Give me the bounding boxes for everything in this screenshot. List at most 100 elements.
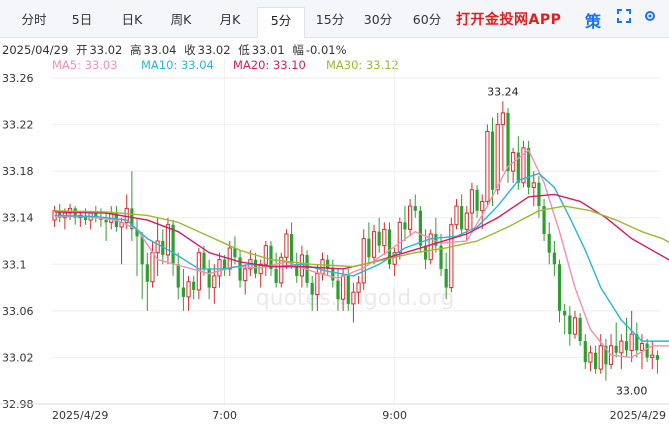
y-tick-label: 33.02 <box>2 351 34 364</box>
candle <box>413 194 417 218</box>
candle-body <box>403 222 407 230</box>
candle <box>428 229 433 265</box>
candle-body <box>223 259 227 269</box>
candle-body <box>552 252 556 265</box>
candle-body <box>490 131 495 190</box>
candle <box>418 206 423 253</box>
x-tick-label: 7:00 <box>212 409 237 422</box>
candle-body <box>155 240 160 254</box>
candle-body <box>454 205 459 226</box>
candle-body <box>238 257 242 281</box>
candle <box>361 229 366 290</box>
candle-body <box>367 238 371 258</box>
candle-body <box>356 282 361 293</box>
candle-body <box>371 231 377 258</box>
candle <box>547 222 551 265</box>
candle-body <box>645 343 649 358</box>
candlestick-chart: quotes.cngold.org 33.2633.2233.1833.1433… <box>0 58 669 422</box>
candle <box>186 275 191 311</box>
candle-body <box>320 259 325 275</box>
candle-body <box>263 245 268 265</box>
candle <box>531 171 536 207</box>
candle <box>557 259 562 323</box>
candle <box>645 338 649 363</box>
candle <box>176 252 180 300</box>
candle <box>181 268 185 311</box>
candle <box>387 222 392 269</box>
candle <box>469 182 475 230</box>
candle-body <box>475 189 479 211</box>
x-tick-label: 2025/4/29 <box>610 409 666 422</box>
candle <box>171 220 175 276</box>
candle <box>475 185 479 218</box>
candle-body <box>629 333 634 351</box>
candle <box>135 217 139 276</box>
candle <box>635 322 639 358</box>
candle <box>88 210 93 230</box>
candle <box>434 217 438 253</box>
candle-body <box>557 264 562 311</box>
candle-body <box>506 112 510 172</box>
candle <box>583 334 587 370</box>
candle-body <box>537 182 541 207</box>
candle <box>371 224 377 265</box>
candle <box>454 199 459 230</box>
y-tick-label: 33.06 <box>2 305 34 318</box>
candle-body <box>495 124 500 191</box>
candle-body <box>397 221 402 254</box>
candle-body <box>655 355 660 360</box>
candle <box>614 322 618 358</box>
candle-body <box>578 317 582 342</box>
candle <box>403 206 407 241</box>
candle <box>274 252 278 288</box>
x-tick-label: 2025/4/29 <box>52 409 108 422</box>
candle <box>608 334 614 370</box>
candle <box>377 217 381 253</box>
candle-body <box>382 228 387 247</box>
candle-body <box>212 275 217 289</box>
candle-body <box>351 291 356 305</box>
candle-body <box>418 210 423 246</box>
candle <box>578 313 582 346</box>
candle <box>500 101 505 172</box>
candle-body <box>243 268 248 282</box>
candle <box>588 345 593 372</box>
candle <box>527 140 531 195</box>
candle <box>367 222 371 265</box>
candle-body <box>181 287 185 297</box>
candle <box>552 241 556 276</box>
candle <box>572 310 578 339</box>
candle-body <box>145 264 149 282</box>
candle-body <box>284 233 289 258</box>
candle-body <box>413 206 417 211</box>
candle-body <box>202 252 206 269</box>
y-tick-label: 33.14 <box>2 212 34 225</box>
candle-body <box>588 352 593 363</box>
candle <box>212 264 217 304</box>
candle <box>94 206 98 223</box>
candle-body <box>469 189 475 214</box>
candle-body <box>274 268 278 283</box>
candle-body <box>176 264 180 288</box>
candle-body <box>104 220 108 223</box>
candle <box>568 306 572 346</box>
candle-body <box>217 259 222 277</box>
candle-body <box>464 212 469 230</box>
candle <box>485 124 490 207</box>
candle <box>207 259 211 300</box>
candle-body <box>423 245 428 260</box>
candle <box>604 338 608 381</box>
candle-body <box>140 236 144 265</box>
candle <box>593 345 598 374</box>
candle <box>243 264 248 295</box>
x-tick-label: 9:00 <box>382 409 407 422</box>
candle-body <box>568 315 572 335</box>
candle-body <box>485 131 490 202</box>
candle-body <box>619 340 624 354</box>
candle-body <box>341 275 346 300</box>
candle-body <box>299 254 304 277</box>
candle <box>460 194 464 237</box>
candle-body <box>583 341 587 363</box>
candle-body <box>310 282 314 295</box>
candle-body <box>336 280 340 300</box>
